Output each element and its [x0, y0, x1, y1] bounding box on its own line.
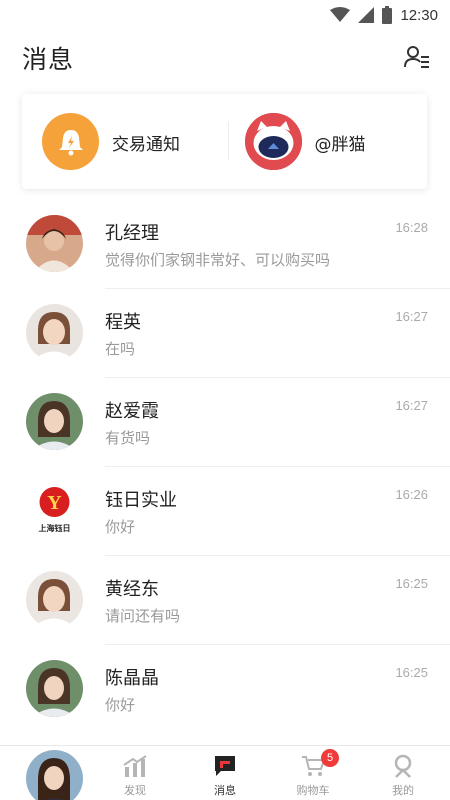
cell-signal-icon	[358, 7, 375, 23]
tab-label: 消息	[214, 784, 236, 797]
bottom-tab-bar: 发现 消息 5 购物车 我的	[0, 745, 450, 800]
contact-avatar	[26, 393, 83, 450]
wifi-icon	[330, 7, 351, 22]
message-time: 16:28	[395, 220, 428, 235]
trade-notification-item[interactable]: 交易通知	[22, 94, 225, 189]
conversation-row[interactable]: 黄经东 16:25 请问还有吗	[0, 556, 450, 645]
conversation-row[interactable]: Y 上海钰日 钰日实业 16:26 你好	[0, 467, 450, 556]
user-avatar[interactable]	[26, 750, 83, 800]
conversation-row[interactable]: 赵爱霞 16:27 有货吗	[0, 378, 450, 467]
tab-label: 我的	[392, 784, 414, 797]
mention-item[interactable]: @胖猫	[225, 94, 428, 189]
conversation-row[interactable]: 陈晶晶 16:25 你好	[0, 645, 450, 734]
contact-avatar	[26, 660, 83, 717]
tab-discover[interactable]: 发现	[105, 746, 165, 800]
tab-label: 购物车	[296, 784, 330, 797]
tab-messages[interactable]: 消息	[195, 746, 255, 800]
message-time: 16:27	[395, 309, 428, 324]
mention-label: @胖猫	[314, 135, 366, 155]
profile-icon	[390, 754, 416, 778]
company-logo: Y 上海钰日	[26, 482, 83, 539]
message-time: 16:25	[395, 576, 428, 591]
page-title: 消息	[22, 45, 75, 74]
contact-name: 程英	[105, 312, 141, 333]
svg-text:Y: Y	[47, 492, 62, 514]
discover-chart-icon	[122, 754, 148, 778]
contact-avatar	[26, 215, 83, 272]
battery-icon	[382, 6, 393, 24]
contact-name: 赵爱霞	[105, 401, 159, 422]
contact-avatar	[26, 571, 83, 628]
contacts-button[interactable]	[402, 42, 432, 72]
contacts-list-icon	[404, 46, 429, 68]
message-time: 16:27	[395, 398, 428, 413]
status-time: 12:30	[400, 6, 438, 24]
header: 消息	[0, 36, 450, 80]
conversation-list: 孔经理 16:28 觉得你们家钢非常好、可以购买吗 程英 16:27 在吗 赵爱…	[0, 200, 450, 734]
message-preview: 你好	[105, 696, 136, 714]
conversation-row[interactable]: 程英 16:27 在吗	[0, 289, 450, 378]
logo-caption: 上海钰日	[39, 523, 71, 533]
contact-avatar	[26, 304, 83, 361]
message-preview: 请问还有吗	[105, 607, 181, 625]
contact-name: 黄经东	[105, 579, 159, 600]
status-icons: 12:30	[330, 4, 438, 26]
message-preview: 你好	[105, 518, 136, 536]
quick-actions-card: 交易通知 @胖猫	[22, 94, 427, 189]
cart-badge: 5	[321, 749, 339, 767]
message-icon	[212, 754, 238, 778]
message-time: 16:25	[395, 665, 428, 680]
trade-notification-label: 交易通知	[112, 135, 180, 155]
message-time: 16:26	[395, 487, 428, 502]
contact-name: 钰日实业	[105, 490, 177, 511]
message-preview: 觉得你们家钢非常好、可以购买吗	[105, 251, 331, 269]
contact-name: 孔经理	[105, 223, 159, 244]
fat-cat-avatar-icon	[244, 113, 302, 170]
tab-label: 发现	[124, 784, 146, 797]
tab-profile[interactable]: 我的	[373, 746, 433, 800]
status-bar: 12:30	[0, 0, 450, 30]
conversation-row[interactable]: 孔经理 16:28 觉得你们家钢非常好、可以购买吗	[0, 200, 450, 289]
tab-cart[interactable]: 5 购物车	[283, 746, 343, 800]
trade-notification-icon	[42, 113, 99, 170]
contact-name: 陈晶晶	[105, 668, 159, 689]
message-preview: 有货吗	[105, 429, 151, 447]
message-preview: 在吗	[105, 340, 136, 358]
